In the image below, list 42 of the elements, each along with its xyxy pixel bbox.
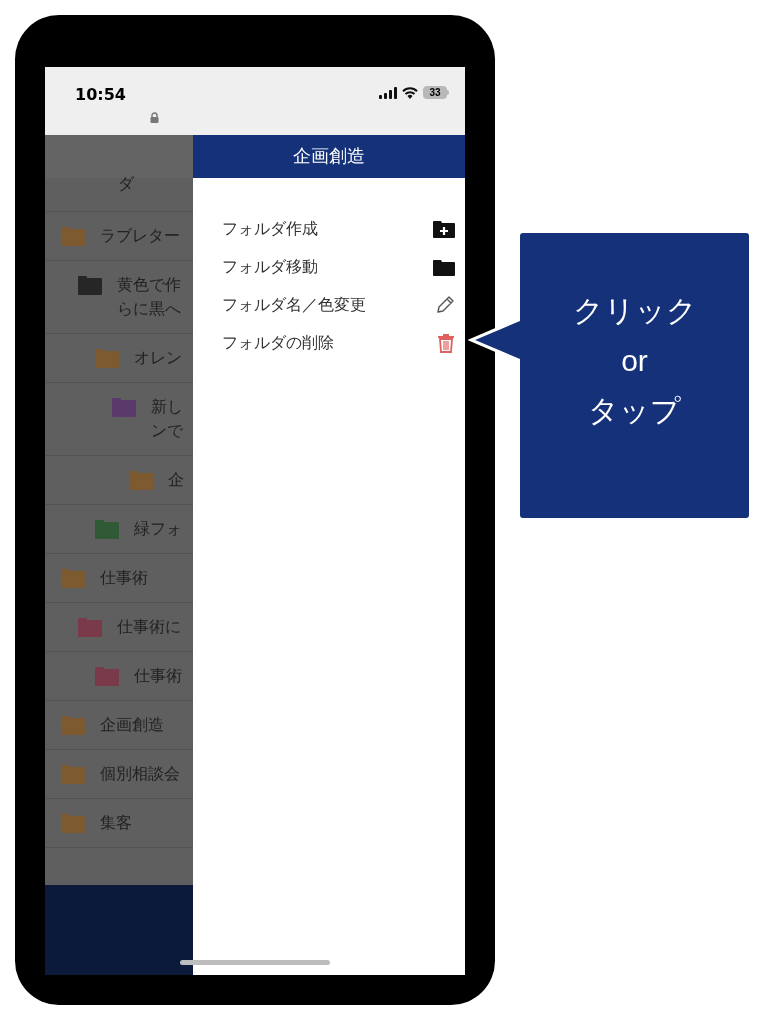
folder-row[interactable]: 個別相談会	[45, 750, 193, 799]
folder-row[interactable]: ラブレター	[45, 212, 193, 261]
pencil-icon	[435, 295, 455, 315]
menu-item[interactable]: フォルダ移動	[193, 248, 465, 286]
folder-name: 黄色で作	[117, 275, 181, 295]
folder-row[interactable]: 仕事術に	[45, 603, 193, 652]
folder-row[interactable]: 企	[45, 456, 193, 505]
folder-name: 仕事術に	[117, 617, 181, 637]
folder-name: ダ	[118, 174, 134, 194]
folder-name: 企画創造	[100, 715, 164, 735]
folder-row[interactable]: 仕事術	[45, 652, 193, 701]
folder-name: ラブレター	[100, 226, 180, 246]
lock-icon	[150, 112, 159, 123]
callout-text: クリック	[572, 292, 697, 329]
folder-icon	[433, 258, 455, 276]
wifi-icon	[402, 86, 418, 99]
callout-text: or	[621, 342, 648, 379]
folder-name: 新し	[151, 397, 183, 417]
folder-row[interactable]: 企画創造	[45, 701, 193, 750]
callout-text: タップ	[588, 392, 681, 429]
folder-row[interactable]: 緑フォ	[45, 505, 193, 554]
drawer-title: 企画創造	[293, 145, 365, 168]
folder-row[interactable]: 仕事術	[45, 554, 193, 603]
folder-name: 個別相談会	[100, 764, 180, 784]
folder-name: 仕事術	[134, 666, 182, 686]
menu-item[interactable]: フォルダ名／色変更	[193, 286, 465, 324]
status-time: 10:54	[75, 84, 126, 106]
folder-name: ンで	[151, 421, 183, 441]
folder-name: 緑フォ	[134, 519, 182, 539]
battery-level: 33	[429, 87, 441, 98]
menu-item[interactable]: フォルダの削除	[193, 324, 465, 362]
signal-icon	[379, 86, 397, 99]
folder-row[interactable]: オレン	[45, 334, 193, 383]
folder-row[interactable]: 集客	[45, 799, 193, 848]
folder-name: 仕事術	[100, 568, 148, 588]
folder-plus-icon	[433, 220, 455, 238]
folder-name: 企	[168, 470, 184, 490]
menu-item[interactable]: フォルダ作成	[193, 210, 465, 248]
trash-icon	[437, 333, 455, 353]
folder-name: オレン	[134, 348, 182, 368]
folder-name: 集客	[100, 813, 132, 833]
folder-name: らに黒へ	[117, 299, 181, 319]
